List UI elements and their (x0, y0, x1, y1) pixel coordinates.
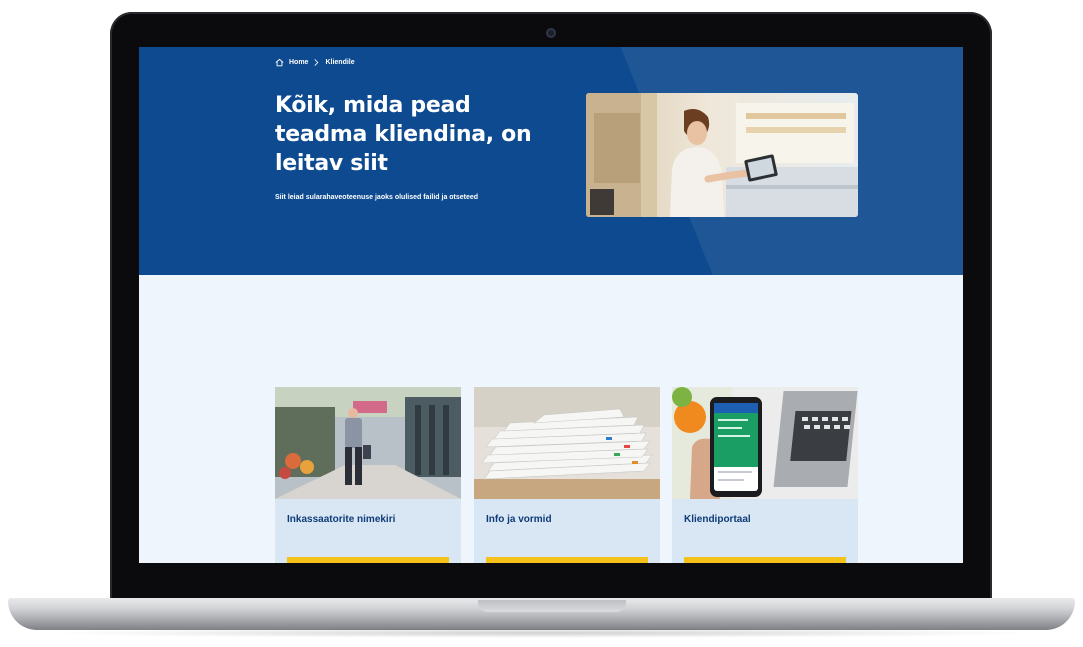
breadcrumb-current[interactable]: Kliendile (325, 59, 354, 66)
card-image-phone-portal (672, 387, 858, 499)
chevron-right-icon (314, 59, 319, 66)
laptop-base-notch (478, 600, 626, 612)
card-info-ja-vormid[interactable]: Info ja vormid (474, 387, 660, 563)
breadcrumb-home-link[interactable]: Home (289, 59, 308, 66)
breadcrumb: Home Kliendile (275, 58, 355, 67)
card-image-street (275, 387, 461, 499)
page-title: Kõik, mida pead teadma kliendina, on lei… (275, 93, 532, 176)
card-image-paper-stack (474, 387, 660, 499)
card-title: Inkassaatorite nimekiri (287, 514, 396, 525)
hero-section: Home Kliendile Kõik, mida pead teadma kl… (139, 47, 963, 275)
card-button[interactable] (684, 557, 846, 563)
laptop-shadow (40, 628, 1043, 638)
card-kliendiportaal[interactable]: Kliendiportaal (672, 387, 858, 563)
card-title: Kliendiportaal (684, 514, 751, 525)
card-button[interactable] (486, 557, 648, 563)
browser-viewport: Home Kliendile Kõik, mida pead teadma kl… (139, 47, 963, 563)
webcam (546, 28, 556, 38)
hero-image-cashier (586, 93, 858, 217)
home-icon[interactable] (275, 58, 284, 67)
card-button[interactable] (287, 557, 449, 563)
page-subtitle: Siit leiad sularahaveoteenuse jaoks olul… (275, 194, 479, 201)
card-inkassaatorite-nimekiri[interactable]: Inkassaatorite nimekiri (275, 387, 461, 563)
card-title: Info ja vormid (486, 514, 552, 525)
